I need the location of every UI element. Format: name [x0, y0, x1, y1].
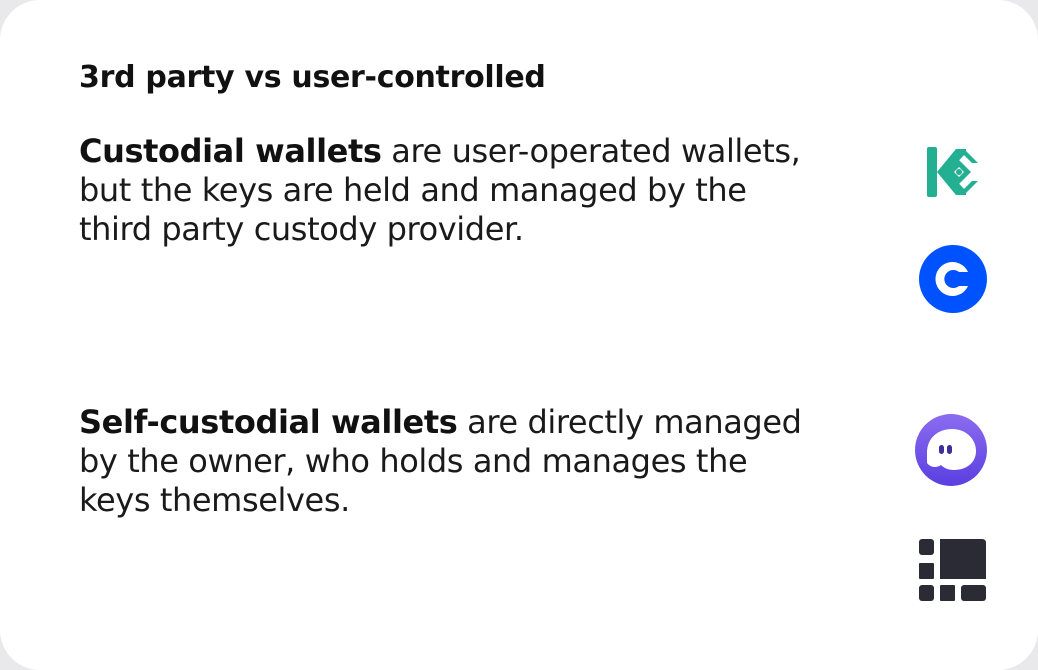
custodial-term: Custodial wallets — [79, 132, 382, 170]
phantom-logo-icon — [914, 413, 988, 487]
ledger-logo-icon — [916, 536, 990, 610]
custodial-paragraph: Custodial wallets are user-operated wall… — [79, 132, 819, 249]
self-custodial-term: Self-custodial wallets — [79, 403, 458, 441]
self-custodial-paragraph: Self-custodial wallets are directly mana… — [79, 403, 819, 520]
kucoin-logo-icon — [916, 135, 990, 209]
coinbase-logo-icon — [916, 242, 990, 316]
card-heading: 3rd party vs user-controlled — [79, 60, 546, 95]
info-card: 3rd party vs user-controlled Custodial w… — [0, 0, 1038, 670]
